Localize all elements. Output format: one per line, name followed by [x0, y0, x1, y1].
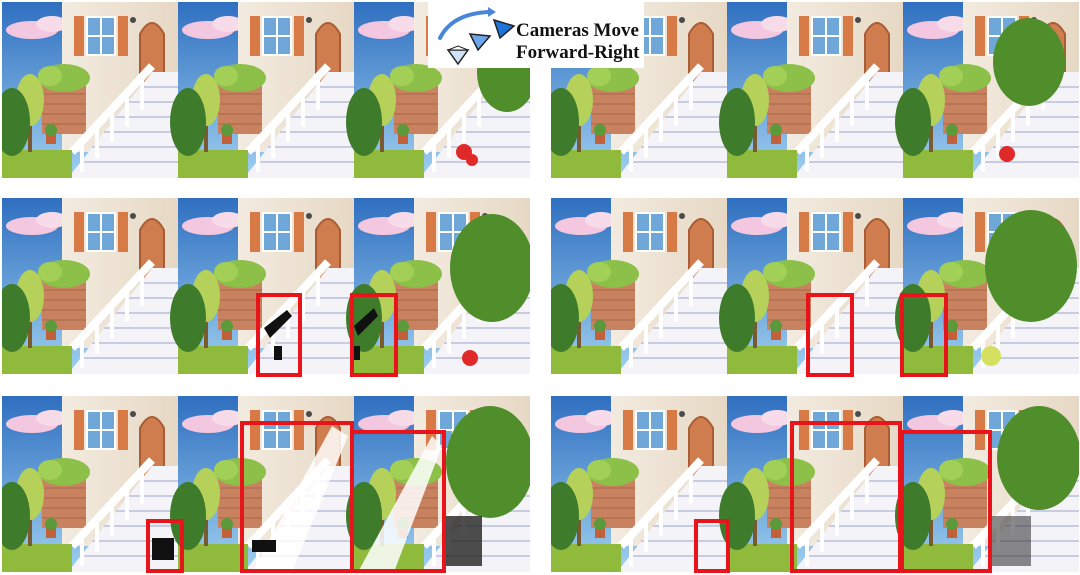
camera-frustum-icon: [492, 18, 516, 40]
legend-caption: Cameras Move Forward-Right: [516, 20, 640, 64]
highlight-box: [350, 430, 446, 573]
curved-arrow-icon: [438, 10, 490, 40]
highlight-box: [694, 519, 730, 573]
highlight-box: [790, 421, 902, 573]
highlight-box: [900, 430, 992, 573]
highlight-box: [350, 293, 398, 377]
camera-frustum-icon: [468, 33, 492, 52]
camera-frustum-icon: [446, 45, 470, 66]
camera-legend: Cameras Move Forward-Right: [428, 0, 644, 68]
legend-line-1: Cameras Move: [516, 20, 639, 41]
camera-motion-diagram: [438, 7, 516, 66]
highlight-box: [900, 293, 948, 377]
highlight-box: [146, 519, 184, 573]
legend-line-2: Forward-Right: [516, 42, 640, 63]
highlight-box: [256, 293, 302, 377]
highlight-box: [806, 293, 854, 377]
highlight-box: [240, 421, 354, 573]
